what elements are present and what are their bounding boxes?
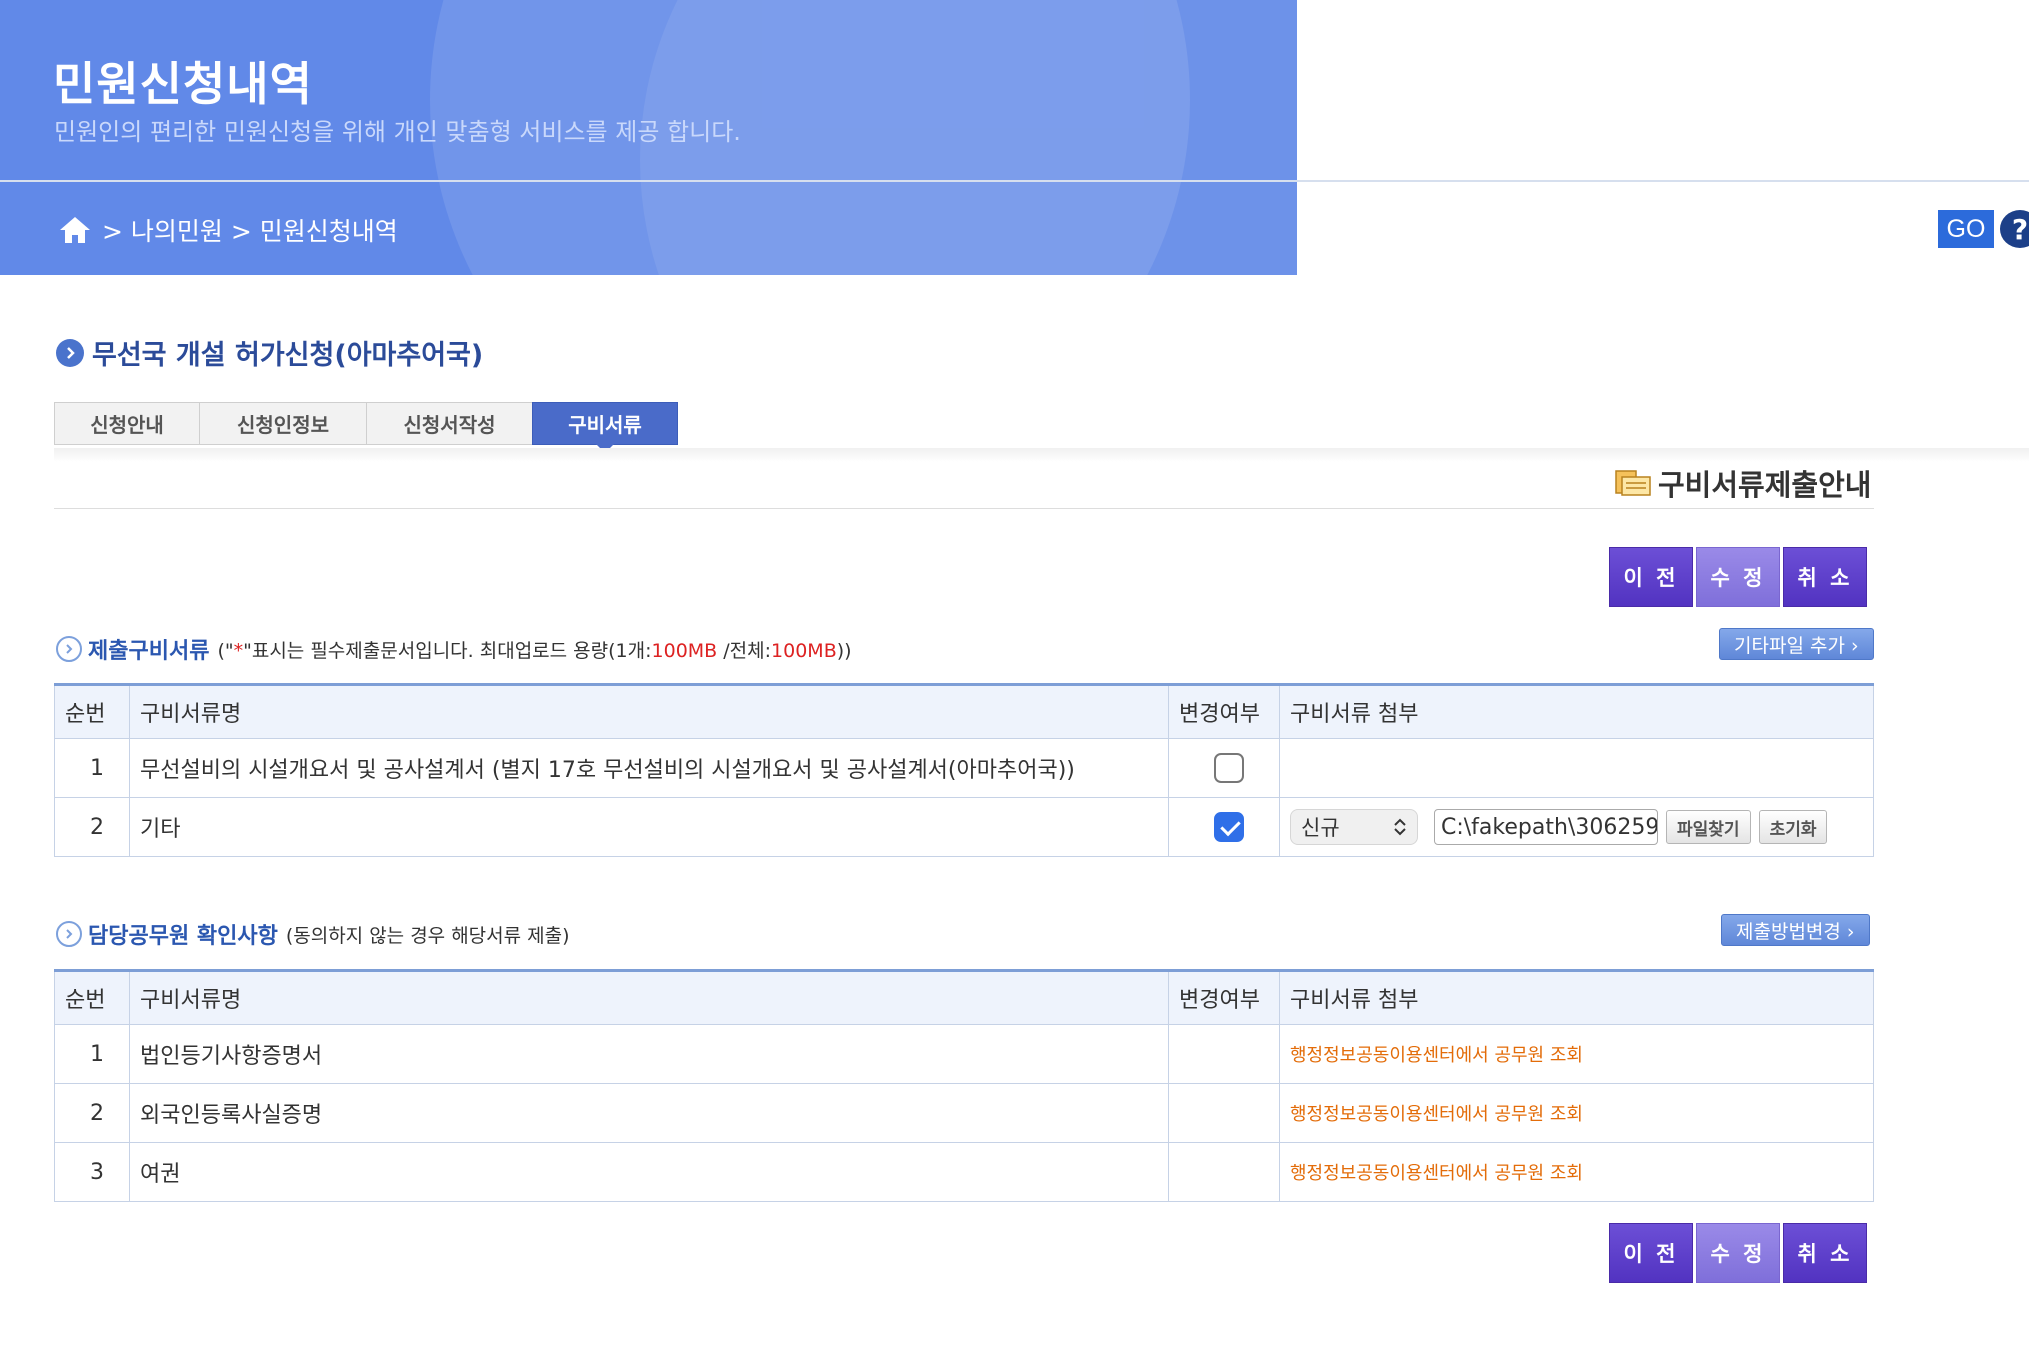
- document-name: 외국인등록사실증명: [129, 1083, 1169, 1143]
- change-cell: [1168, 1024, 1280, 1084]
- column-header: 구비서류 첨부: [1279, 970, 1874, 1025]
- column-header: 순번: [54, 684, 130, 739]
- submit-docs-label: 제출구비서류: [88, 639, 210, 664]
- divider: [54, 448, 2029, 462]
- row-number: 1: [54, 738, 130, 798]
- attach-status: 행정정보공동이용센터에서 공무원 조회: [1279, 1024, 1874, 1084]
- edit-button[interactable]: 수 정: [1696, 1223, 1780, 1283]
- go-button[interactable]: GO: [1938, 210, 1994, 248]
- row-number: 1: [54, 1024, 130, 1084]
- table-header: 순번 구비서류명 변경여부 구비서류 첨부: [54, 970, 1874, 1025]
- document-guide-label[interactable]: 구비서류제출안내: [1658, 462, 1871, 504]
- column-header: 변경여부: [1168, 970, 1280, 1025]
- prev-button[interactable]: 이 전: [1609, 547, 1693, 607]
- chevron-right-icon: [56, 338, 84, 367]
- change-cell: [1168, 797, 1280, 857]
- document-name: 무선설비의 시설개요서 및 공사설계서 (별지 17호 무선설비의 시설개요서 …: [129, 738, 1169, 798]
- change-submit-method-button[interactable]: 제출방법변경 ›: [1721, 914, 1870, 946]
- document-guide-link[interactable]: 구비서류제출안내: [1614, 462, 1871, 504]
- divider: [0, 180, 2029, 182]
- section-title-label: 무선국 개설 허가신청(아마추어국): [92, 340, 484, 371]
- submit-type-value: 신규: [1301, 816, 1340, 840]
- document-name: 법인등기사항증명서: [129, 1024, 1169, 1084]
- column-header: 변경여부: [1168, 684, 1280, 739]
- tab-application-guide[interactable]: 신청안내: [54, 402, 200, 445]
- officer-check-heading: 담당공무원 확인사항 (동의하지 않는 경우 해당서류 제출): [56, 918, 570, 950]
- attach-status: 행정정보공동이용센터에서 공무원 조회: [1279, 1083, 1874, 1143]
- help-button[interactable]: ?: [2000, 210, 2029, 248]
- table-row: 2 기타 신규 C:\fakepath\3062594 파일찾기 초기화: [54, 797, 1874, 857]
- table-row: 1 무선설비의 시설개요서 및 공사설계서 (별지 17호 무선설비의 시설개요…: [54, 738, 1874, 798]
- column-header: 구비서류명: [129, 684, 1169, 739]
- attach-cell: 신규 C:\fakepath\3062594 파일찾기 초기화: [1279, 797, 1874, 857]
- row-number: 2: [54, 797, 130, 857]
- page-title: 민원신청내역: [53, 57, 313, 111]
- file-path-input[interactable]: C:\fakepath\3062594: [1434, 809, 1658, 845]
- table-row: 2 외국인등록사실증명 행정정보공동이용센터에서 공무원 조회: [54, 1083, 1874, 1143]
- submit-type-select[interactable]: 신규: [1290, 809, 1418, 845]
- submit-docs-note: ("*"표시는 필수제출문서입니다. 최대업로드 용량(1개:100MB /전체…: [217, 639, 852, 662]
- section-title: 무선국 개설 허가신청(아마추어국): [56, 333, 483, 372]
- cancel-button[interactable]: 취 소: [1783, 1223, 1867, 1283]
- table-header: 순번 구비서류명 변경여부 구비서류 첨부: [54, 684, 1874, 739]
- change-checkbox[interactable]: [1214, 812, 1244, 842]
- document-name: 기타: [129, 797, 1169, 857]
- change-cell: [1168, 738, 1280, 798]
- row-number: 3: [54, 1142, 130, 1202]
- submit-docs-heading: 제출구비서류 ("*"표시는 필수제출문서입니다. 최대업로드 용량(1개:10…: [56, 633, 852, 665]
- change-checkbox[interactable]: [1214, 753, 1244, 783]
- add-other-file-button[interactable]: 기타파일 추가 ›: [1719, 628, 1874, 660]
- column-header: 구비서류명: [129, 970, 1169, 1025]
- officer-check-label: 담당공무원 확인사항: [88, 924, 278, 949]
- attach-status: 행정정보공동이용센터에서 공무원 조회: [1279, 1142, 1874, 1202]
- folder-icon: [1615, 470, 1651, 496]
- reset-button[interactable]: 초기화: [1758, 810, 1828, 844]
- officer-docs-table: 순번 구비서류명 변경여부 구비서류 첨부 1 법인등기사항증명서 행정정보공동…: [54, 969, 1874, 1202]
- change-cell: [1168, 1083, 1280, 1143]
- prev-button[interactable]: 이 전: [1609, 1223, 1693, 1283]
- chevron-right-icon: [56, 921, 82, 947]
- table-row: 1 법인등기사항증명서 행정정보공동이용센터에서 공무원 조회: [54, 1024, 1874, 1084]
- page-subtitle: 민원인의 편리한 민원신청을 위해 개인 맞춤형 서비스를 제공 합니다.: [54, 118, 741, 146]
- document-name: 여권: [129, 1142, 1169, 1202]
- edit-button[interactable]: 수 정: [1696, 547, 1780, 607]
- row-number: 2: [54, 1083, 130, 1143]
- column-header: 순번: [54, 970, 130, 1025]
- officer-check-note: (동의하지 않는 경우 해당서류 제출): [285, 924, 570, 947]
- chevron-right-icon: [56, 636, 82, 662]
- attach-cell: [1279, 738, 1874, 798]
- breadcrumb-path[interactable]: > 나의민원 > 민원신청내역: [102, 212, 398, 248]
- table-row: 3 여권 행정정보공동이용센터에서 공무원 조회: [54, 1142, 1874, 1202]
- home-icon[interactable]: [58, 215, 92, 245]
- action-buttons-top: 이 전 수 정 취 소: [1606, 547, 1867, 607]
- tab-application-form[interactable]: 신청서작성: [366, 402, 533, 445]
- breadcrumb: > 나의민원 > 민원신청내역: [58, 212, 398, 248]
- tab-applicant-info[interactable]: 신청인정보: [199, 402, 367, 445]
- submit-docs-table: 순번 구비서류명 변경여부 구비서류 첨부 1 무선설비의 시설개요서 및 공사…: [54, 683, 1874, 857]
- divider: [54, 508, 1874, 509]
- step-tabs: 신청안내 신청인정보 신청서작성 구비서류: [54, 402, 678, 453]
- find-file-button[interactable]: 파일찾기: [1666, 810, 1751, 844]
- action-buttons-bottom: 이 전 수 정 취 소: [1606, 1223, 1867, 1283]
- tab-required-documents[interactable]: 구비서류: [532, 402, 678, 453]
- cancel-button[interactable]: 취 소: [1783, 547, 1867, 607]
- updown-chevron-icon: [1394, 818, 1406, 836]
- column-header: 구비서류 첨부: [1279, 684, 1874, 739]
- change-cell: [1168, 1142, 1280, 1202]
